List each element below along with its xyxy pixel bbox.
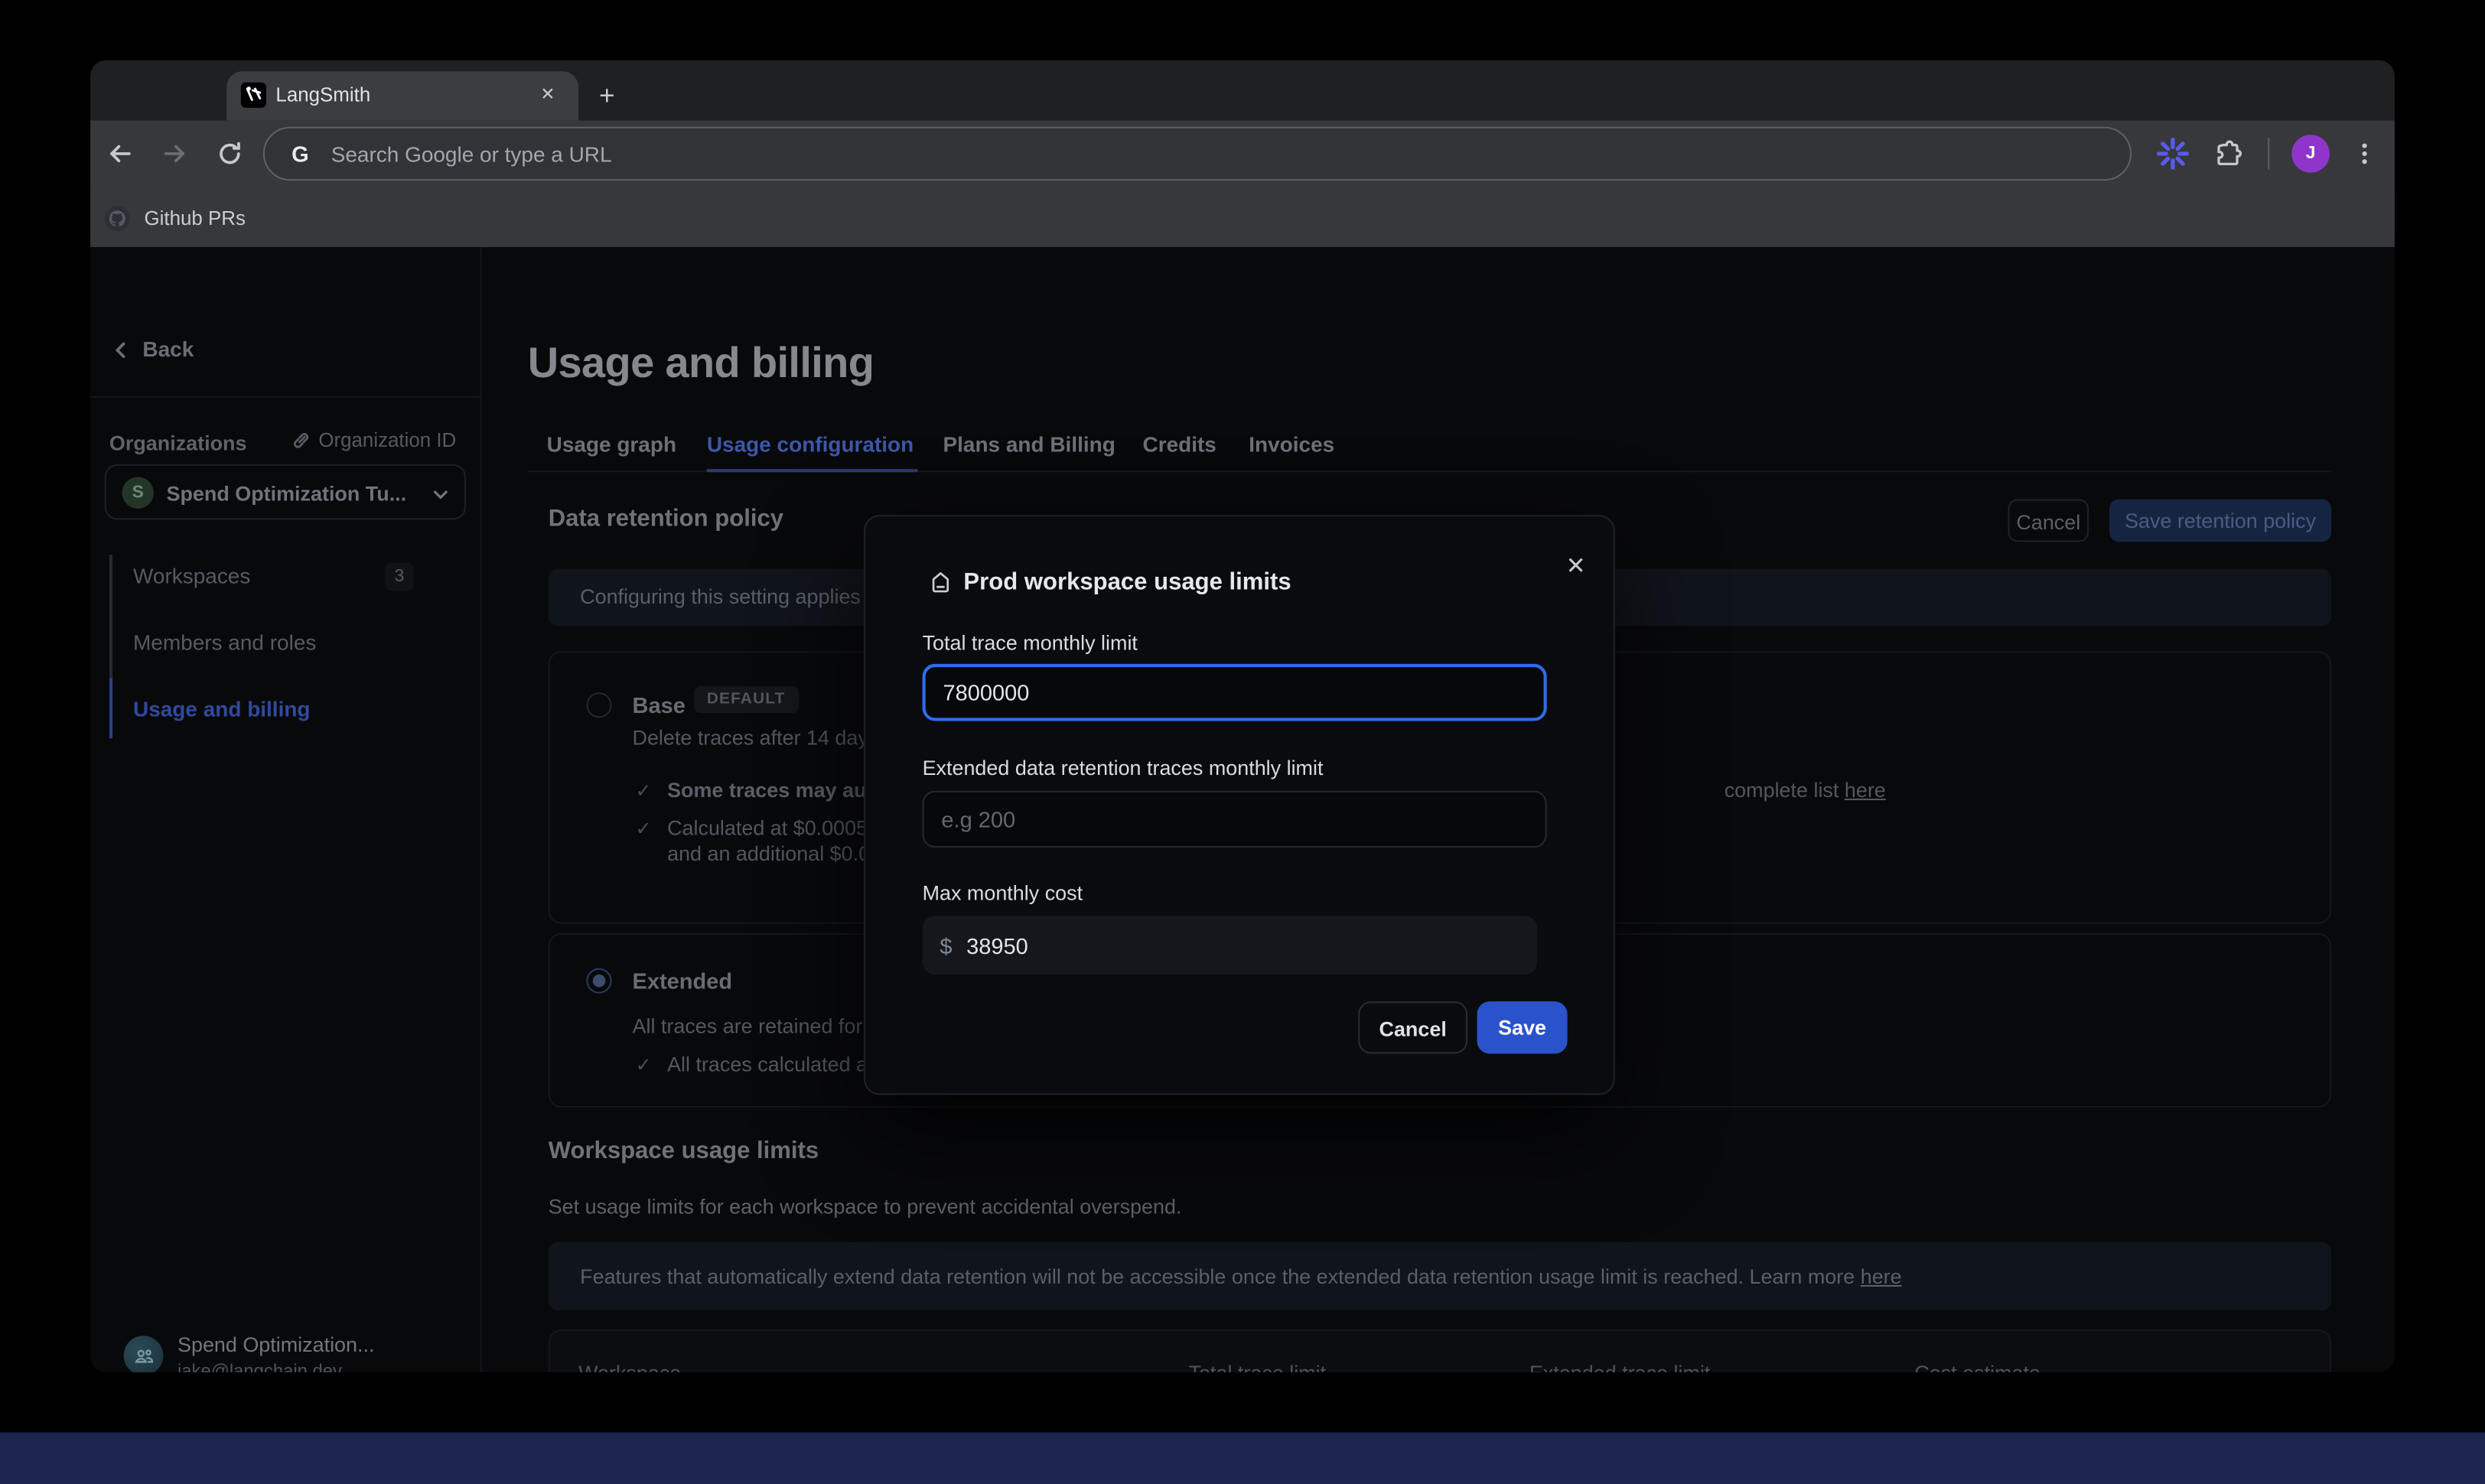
tab-invoices[interactable]: Invoices: [1249, 433, 1334, 457]
base-radio[interactable]: [586, 692, 611, 718]
org-selector[interactable]: S Spend Optimization Tu...: [105, 464, 466, 520]
menu-rail-active: [109, 679, 112, 739]
modal-cancel-button[interactable]: Cancel: [1358, 1001, 1467, 1053]
check-icon: ✓: [636, 818, 652, 840]
forward-icon[interactable]: [155, 135, 194, 173]
sidebar-item-usage-billing[interactable]: Usage and billing: [133, 697, 311, 721]
modal-title: Prod workspace usage limits: [963, 569, 1291, 596]
back-label: Back: [142, 337, 194, 361]
total-trace-limit-label: Total trace monthly limit: [923, 630, 1138, 654]
browser-menu-icon[interactable]: [2346, 135, 2384, 173]
toolbar-separator: [2268, 138, 2269, 169]
usage-limits-modal: Prod workspace usage limits ✕ Total trac…: [864, 515, 1615, 1095]
tab-credits[interactable]: Credits: [1143, 433, 1216, 457]
extended-check1: All traces calculated a: [667, 1052, 868, 1076]
profile-avatar[interactable]: J: [2291, 135, 2330, 173]
learn-more-here-link[interactable]: here: [1861, 1264, 1902, 1288]
reload-icon[interactable]: [211, 135, 249, 173]
tab-plans-billing[interactable]: Plans and Billing: [943, 433, 1115, 457]
organization-id-label: Organization ID: [318, 429, 456, 451]
max-monthly-cost-value: 38950: [966, 932, 1028, 958]
workspace-limits-subtext: Set usage limits for each workspace to p…: [549, 1195, 1182, 1219]
sidebar-divider: [480, 247, 482, 1372]
max-monthly-cost-input[interactable]: $ 38950: [923, 916, 1538, 975]
col-workspace: Workspace: [578, 1361, 681, 1372]
base-check2-line1: Calculated at $0.0005: [667, 816, 868, 840]
workspace-limits-heading: Workspace usage limits: [549, 1137, 819, 1164]
desktop: LangSmith ✕ + G Search Google or type a …: [0, 0, 2485, 1484]
base-option-name: Base: [633, 692, 686, 718]
save-retention-policy-button[interactable]: Save retention policy: [2109, 500, 2331, 542]
extended-retention-limit-input[interactable]: [923, 791, 1547, 848]
retention-cancel-button[interactable]: Cancel: [2008, 500, 2089, 542]
google-g-icon: G: [291, 141, 309, 166]
back-button[interactable]: Back: [111, 337, 194, 361]
bookmark-github-prs[interactable]: Github PRs: [145, 207, 246, 229]
menu-rail: [109, 555, 112, 679]
organization-id-link[interactable]: Organization ID: [291, 429, 456, 451]
link-icon: [291, 431, 311, 450]
people-icon: [132, 1345, 155, 1367]
extension-starburst-icon[interactable]: [2154, 135, 2192, 173]
col-extended-trace-limit: Extended trace limit: [1529, 1361, 1710, 1372]
complete-list-here-link[interactable]: here: [1845, 778, 1886, 802]
extended-option-name: Extended: [633, 968, 733, 994]
sidebar-section-divider: [90, 396, 480, 398]
desktop-bottom-strip: [0, 1433, 2485, 1484]
chevron-down-icon: [431, 485, 450, 504]
workspace-limits-banner: Features that automatically extend data …: [549, 1242, 2331, 1310]
extensions-puzzle-icon[interactable]: [2210, 135, 2248, 173]
sidebar-item-workspaces[interactable]: Workspaces: [133, 564, 250, 587]
account-name: Spend Optimization...: [178, 1333, 374, 1356]
tab-close-icon[interactable]: ✕: [540, 71, 555, 120]
workspace-limits-table: Workspace Total trace limit Extended tra…: [549, 1329, 2331, 1372]
default-badge: DEFAULT: [694, 686, 798, 713]
base-desc: Delete traces after 14 day: [633, 726, 868, 750]
active-tab-underline: [707, 469, 918, 472]
organizations-label: Organizations: [109, 431, 247, 454]
browser-tab-strip: LangSmith ✕ +: [90, 60, 2395, 121]
max-monthly-cost-label: Max monthly cost: [923, 881, 1083, 905]
workspaces-count-badge: 3: [385, 562, 413, 591]
tab-usage-graph[interactable]: Usage graph: [547, 433, 676, 457]
modal-close-icon[interactable]: ✕: [1566, 552, 1586, 580]
page-title: Usage and billing: [528, 339, 874, 388]
url-bar[interactable]: G Search Google or type a URL: [263, 127, 2132, 181]
chevron-left-icon: [111, 340, 130, 359]
browser-tab[interactable]: LangSmith ✕: [226, 71, 578, 120]
langsmith-favicon-icon: [241, 83, 266, 108]
data-retention-heading: Data retention policy: [549, 506, 783, 532]
dollar-prefix: $: [940, 932, 952, 958]
extended-desc: All traces are retained for: [633, 1014, 863, 1038]
new-tab-button[interactable]: +: [599, 71, 615, 120]
workspace-icon: [929, 571, 953, 594]
check-icon: ✓: [636, 1054, 652, 1076]
col-total-trace-limit: Total trace limit: [1189, 1361, 1327, 1372]
base-check2-line2: and an additional $0.0: [667, 841, 870, 865]
sidebar-item-members[interactable]: Members and roles: [133, 630, 316, 654]
tab-title: LangSmith: [275, 71, 370, 120]
total-trace-limit-input[interactable]: [923, 664, 1547, 721]
tail-text: complete list: [1725, 778, 1845, 802]
col-cost-estimate: Cost estimate: [1914, 1361, 2040, 1372]
account-email: jake@langchain.dev: [178, 1362, 342, 1372]
base-check1-tail: complete list here: [1725, 778, 1886, 802]
back-icon[interactable]: [102, 135, 140, 173]
account-avatar[interactable]: [124, 1336, 164, 1372]
tab-usage-configuration[interactable]: Usage configuration: [707, 433, 914, 457]
bookmarks-bar: Github PRs: [90, 189, 2395, 248]
check-icon: ✓: [636, 779, 652, 802]
extended-retention-limit-label: Extended data retention traces monthly l…: [923, 756, 1324, 779]
base-check1: Some traces may auto: [667, 778, 886, 802]
extended-radio[interactable]: [586, 968, 611, 994]
url-placeholder: Search Google or type a URL: [331, 142, 612, 165]
modal-save-button[interactable]: Save: [1477, 1001, 1568, 1053]
github-icon: [103, 203, 132, 232]
banner-text: Features that automatically extend data …: [580, 1264, 1861, 1288]
org-name: Spend Optimization Tu...: [167, 466, 407, 522]
org-avatar: S: [122, 477, 154, 509]
